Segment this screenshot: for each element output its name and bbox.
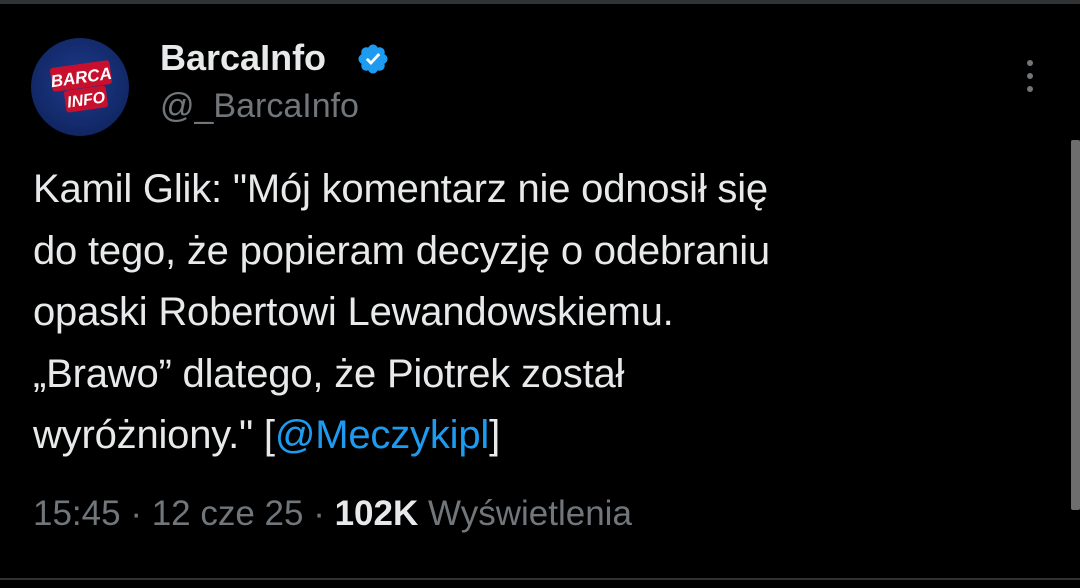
more-options-button[interactable] [1012,56,1048,96]
author-display-name[interactable]: BarcaInfo [160,36,326,80]
author-handle[interactable]: @_BarcaInfo [160,84,359,128]
views-label[interactable]: Wyświetlenia [418,494,632,533]
mention-link[interactable]: @Meczykipl [275,413,489,457]
tweet-date[interactable]: 12 cze 25 [152,494,304,533]
tweet-text-line: wyróżniony." [@Meczykipl] [33,405,1033,467]
tweet-text-line: „Brawo” dlatego, że Piotrek został [33,351,625,396]
barcainfo-logo-icon: BARCA INFO [49,60,113,113]
verified-badge-icon[interactable] [356,42,390,76]
meta-separator: · [303,494,335,533]
bottom-divider [0,578,1080,580]
tweet-meta: 15:45 · 12 cze 25 · 102K Wyświetlenia [33,490,632,538]
more-vertical-icon [1027,60,1033,66]
views-count[interactable]: 102K [335,494,419,533]
tweet-time[interactable]: 15:45 [33,494,121,533]
tweet-text-fragment: ] [489,413,500,457]
meta-separator: · [120,494,152,533]
tweet-text-fragment: wyróżniony." [ [33,413,275,457]
scrollbar[interactable] [1071,140,1080,510]
tweet-text-line: opaski Robertowi Lewandowskiemu. [33,290,674,334]
tweet-text-line: Kamil Glik: "Mój komentarz nie odnosił s… [33,167,768,211]
avatar[interactable]: BARCA INFO [31,38,129,136]
tweet-text: Kamil Glik: "Mój komentarz nie odnosił s… [33,159,1033,467]
tweet-text-line: do tego, że popieram decyzję o odebraniu [33,228,770,273]
top-divider [0,0,1080,4]
